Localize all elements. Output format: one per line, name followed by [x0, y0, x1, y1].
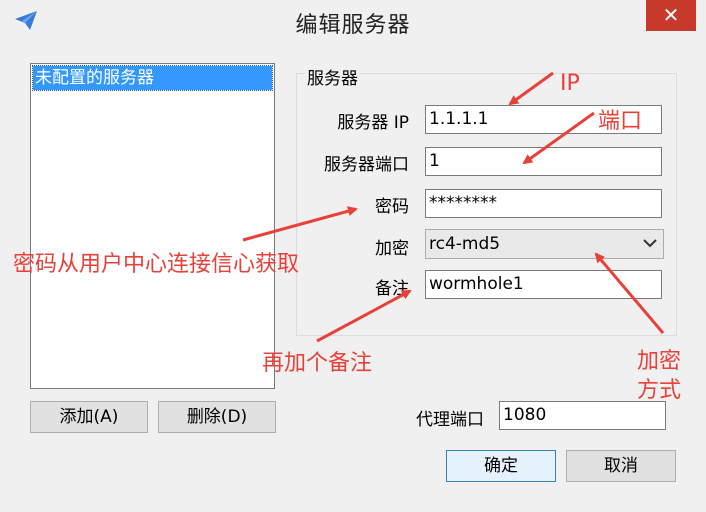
annotation-encryption-line2: 方式: [637, 378, 682, 403]
arrow-encryption: [594, 252, 665, 334]
annotation-password: 密码从用户中心连接信心获取: [13, 252, 300, 277]
arrow-ip: [508, 71, 554, 106]
arrow-password: [242, 206, 358, 242]
annotation-encryption-line1: 加密: [637, 349, 682, 374]
arrow-remark: [316, 289, 412, 343]
annotation-remark: 再加个备注: [262, 351, 373, 376]
arrow-port: [522, 111, 595, 165]
annotation-ip: IP: [560, 71, 580, 96]
annotation-port: 端口: [598, 109, 643, 134]
